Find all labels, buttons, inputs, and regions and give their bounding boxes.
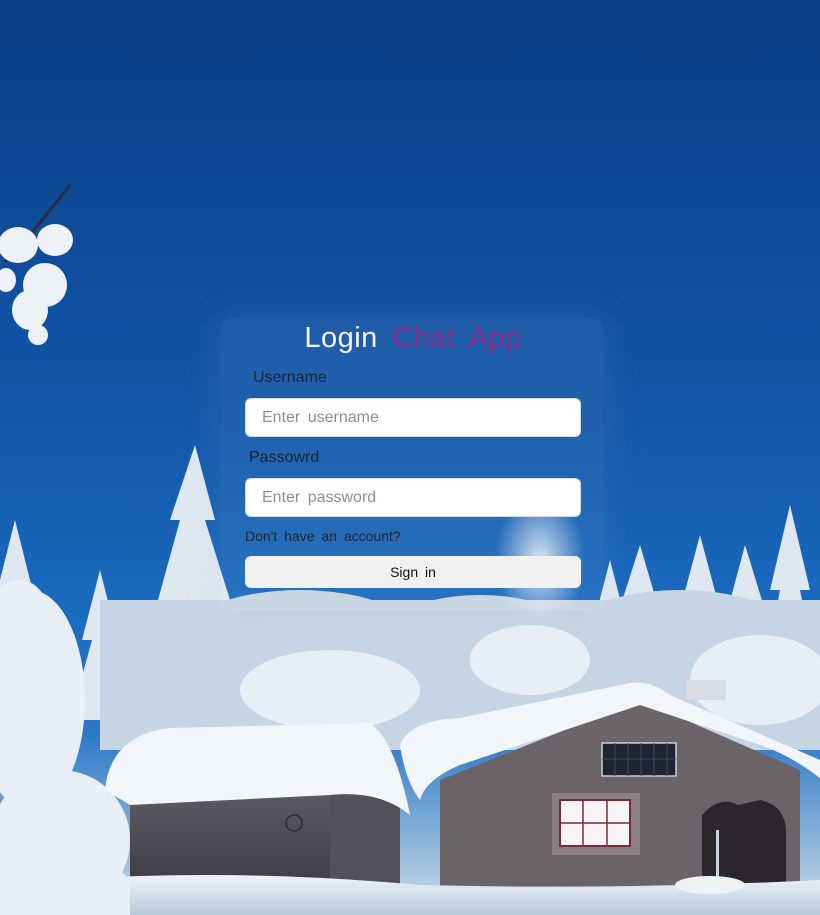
page-title: Login Chat App: [0, 322, 820, 355]
sign-in-button[interactable]: Sign in: [245, 556, 581, 588]
title-login: Login: [304, 322, 378, 354]
username-input[interactable]: [245, 398, 581, 437]
password-input[interactable]: [245, 478, 581, 517]
username-label: Username: [253, 369, 327, 386]
password-label: Passowrd: [249, 449, 320, 466]
signup-link[interactable]: Don't have an account?: [245, 528, 401, 544]
title-app-name: Chat App: [392, 322, 522, 354]
